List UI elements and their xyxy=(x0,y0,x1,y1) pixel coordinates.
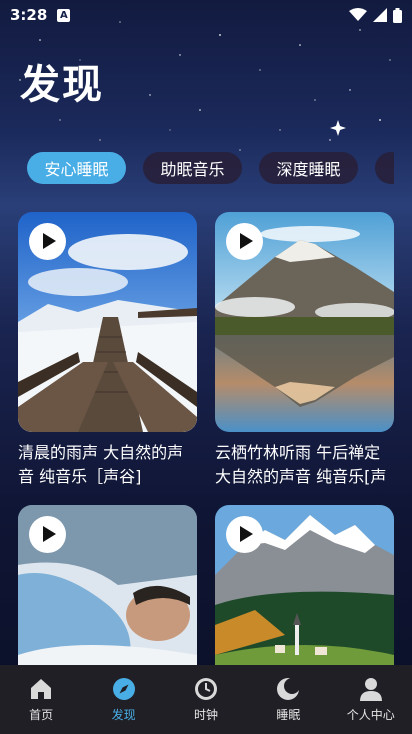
card-thumbnail[interactable] xyxy=(215,212,394,432)
battery-icon xyxy=(393,7,402,23)
nav-label: 首页 xyxy=(29,708,54,722)
nav-item-sleep[interactable]: 睡眠 xyxy=(253,676,323,723)
wifi-icon xyxy=(349,8,367,21)
bottom-nav: 首页 发现 时钟 睡眠 个人中心 xyxy=(0,665,412,734)
tab-sleep-music[interactable]: 助眠音乐 xyxy=(143,152,242,184)
play-icon[interactable] xyxy=(29,223,66,260)
nav-label: 睡眠 xyxy=(276,708,301,722)
nav-item-discover[interactable]: 发现 xyxy=(89,676,159,723)
tab-safe-sleep[interactable]: 安心睡眠 xyxy=(27,152,126,184)
status-time: 3:28 xyxy=(10,6,48,24)
audio-card[interactable]: 清晨的雨声 大自然的声音 纯音乐［声谷] xyxy=(18,212,197,489)
compass-icon xyxy=(112,678,135,700)
card-thumbnail[interactable] xyxy=(18,212,197,432)
play-icon[interactable] xyxy=(226,516,263,553)
home-icon xyxy=(31,679,52,699)
nav-label: 个人中心 xyxy=(346,708,395,722)
notification-app-icon: A xyxy=(57,8,71,22)
card-title: 清晨的雨声 大自然的声音 纯音乐［声谷] xyxy=(18,443,184,486)
category-tabs: 安心睡眠 助眠音乐 深度睡眠 xyxy=(27,152,394,186)
clock-icon xyxy=(194,678,217,700)
cell-signal-icon xyxy=(373,8,387,22)
play-icon[interactable] xyxy=(29,516,66,553)
play-icon[interactable] xyxy=(226,223,263,260)
audio-card[interactable]: 云栖竹林听雨 午后禅定 大自然的声音 纯音乐[声 xyxy=(215,212,394,489)
page-title: 发现 xyxy=(20,62,104,108)
card-title: 云栖竹林听雨 午后禅定 大自然的声音 纯音乐[声 xyxy=(215,443,387,486)
nav-label: 发现 xyxy=(111,708,136,722)
nav-item-profile[interactable]: 个人中心 xyxy=(336,676,406,723)
nav-item-clock[interactable]: 时钟 xyxy=(171,676,241,723)
moon-icon xyxy=(277,678,301,700)
status-bar: 3:28 A xyxy=(0,0,412,30)
tab-deep-sleep[interactable]: 深度睡眠 xyxy=(259,152,358,184)
nav-item-home[interactable]: 首页 xyxy=(6,676,76,723)
tab-more-partial[interactable] xyxy=(375,152,394,184)
person-icon xyxy=(359,678,382,701)
nav-label: 时钟 xyxy=(193,708,218,722)
